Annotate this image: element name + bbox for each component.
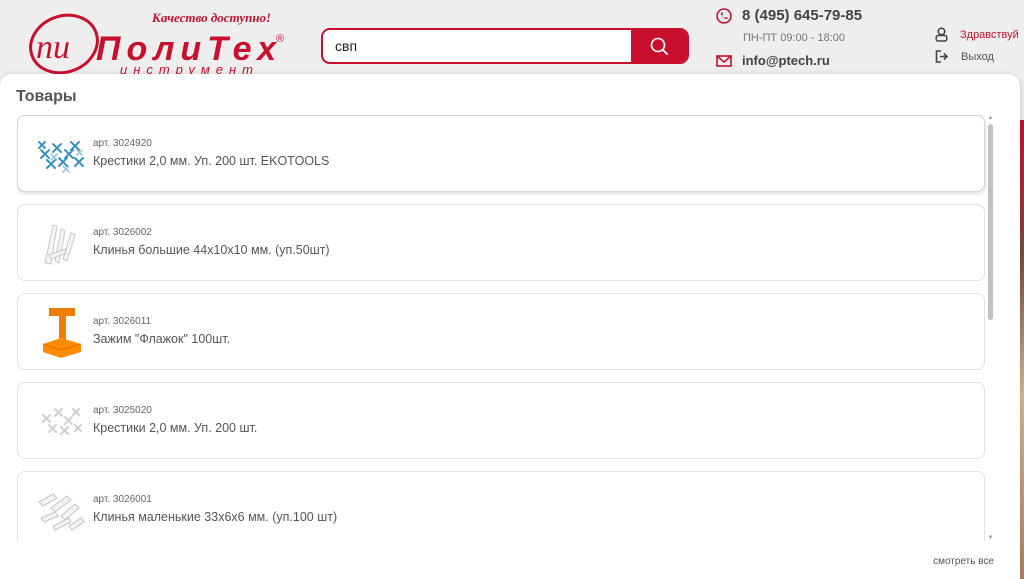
list-item[interactable]: арт. 3025020 Крестики 2,0 мм. Уп. 200 шт… bbox=[17, 382, 985, 459]
item-sku: арт. 3026001 bbox=[93, 494, 152, 505]
search-input[interactable] bbox=[335, 36, 635, 56]
item-sku: арт. 3025020 bbox=[93, 405, 152, 416]
item-sku: арт. 3026011 bbox=[93, 316, 152, 327]
see-all-link[interactable]: смотреть все bbox=[933, 556, 994, 567]
small-wedges-icon bbox=[30, 482, 92, 538]
phone-icon bbox=[716, 7, 732, 24]
list-item[interactable]: арт. 3026001 Клинья маленькие 33х6х6 мм.… bbox=[17, 471, 985, 541]
item-name: Зажим "Флажок" 100шт. bbox=[93, 332, 231, 346]
email-address: info@ptech.ru bbox=[742, 53, 830, 68]
logout-text: Выход bbox=[961, 50, 994, 63]
slogan: Качество доступно! bbox=[152, 10, 272, 25]
list-item[interactable]: арт. 3024920 Крестики 2,0 мм. Уп. 200 шт… bbox=[17, 115, 985, 192]
user-icon bbox=[935, 27, 948, 42]
list-item[interactable]: арт. 3026002 Клинья большие 44х10х10 мм.… bbox=[17, 204, 985, 281]
item-name: Клинья большие 44х10х10 мм. (уп.50шт) bbox=[93, 243, 330, 257]
logout-link[interactable]: Выход bbox=[935, 50, 994, 63]
results-list: арт. 3024920 Крестики 2,0 мм. Уп. 200 шт… bbox=[17, 115, 987, 541]
logout-icon bbox=[935, 50, 949, 63]
item-name: Клинья маленькие 33х6х6 мм. (уп.100 шт) bbox=[93, 510, 338, 524]
scroll-thumb[interactable] bbox=[988, 124, 993, 320]
blue-crosses-icon bbox=[30, 126, 92, 182]
phone-link[interactable]: 8 (495) 645-79-85 bbox=[716, 7, 862, 24]
white-wedges-icon bbox=[30, 215, 92, 271]
orange-clip-icon bbox=[30, 304, 92, 360]
work-hours: ПН-ПТ 09:00 - 18:00 bbox=[743, 32, 846, 44]
account-link[interactable]: Здравствуй bbox=[935, 27, 1019, 42]
item-name: Крестики 2,0 мм. Уп. 200 шт. bbox=[93, 421, 258, 435]
item-sku: арт. 3026002 bbox=[93, 227, 152, 238]
results-scrollbar[interactable]: ▲ ▼ bbox=[987, 115, 994, 541]
mail-icon bbox=[716, 54, 732, 67]
phone-number: 8 (495) 645-79-85 bbox=[742, 7, 863, 24]
background-banner-edge bbox=[1020, 120, 1024, 579]
list-item[interactable]: арт. 3026011 Зажим "Флажок" 100шт. bbox=[17, 293, 985, 370]
scroll-down-icon[interactable]: ▼ bbox=[987, 535, 994, 541]
search-results-dropdown: Товары арт. 3024920 Крестики 2,0 мм. Уп.… bbox=[0, 74, 1020, 579]
white-crosses-icon bbox=[30, 393, 92, 449]
site-header: пи ПолиТех ® инструмент Качество доступн… bbox=[0, 0, 1024, 80]
svg-text:пи: пи bbox=[36, 29, 70, 66]
search-box bbox=[321, 28, 689, 64]
item-sku: арт. 3024920 bbox=[93, 138, 152, 149]
results-heading: Товары bbox=[16, 88, 77, 105]
scroll-up-icon[interactable]: ▲ bbox=[987, 115, 994, 121]
greeting-text: Здравствуй bbox=[960, 28, 1019, 41]
svg-text:®: ® bbox=[276, 33, 284, 45]
email-link[interactable]: info@ptech.ru bbox=[716, 53, 830, 68]
item-name: Крестики 2,0 мм. Уп. 200 шт. EKOTOOLS bbox=[93, 154, 330, 168]
search-button[interactable] bbox=[631, 30, 687, 62]
search-icon bbox=[650, 37, 668, 55]
